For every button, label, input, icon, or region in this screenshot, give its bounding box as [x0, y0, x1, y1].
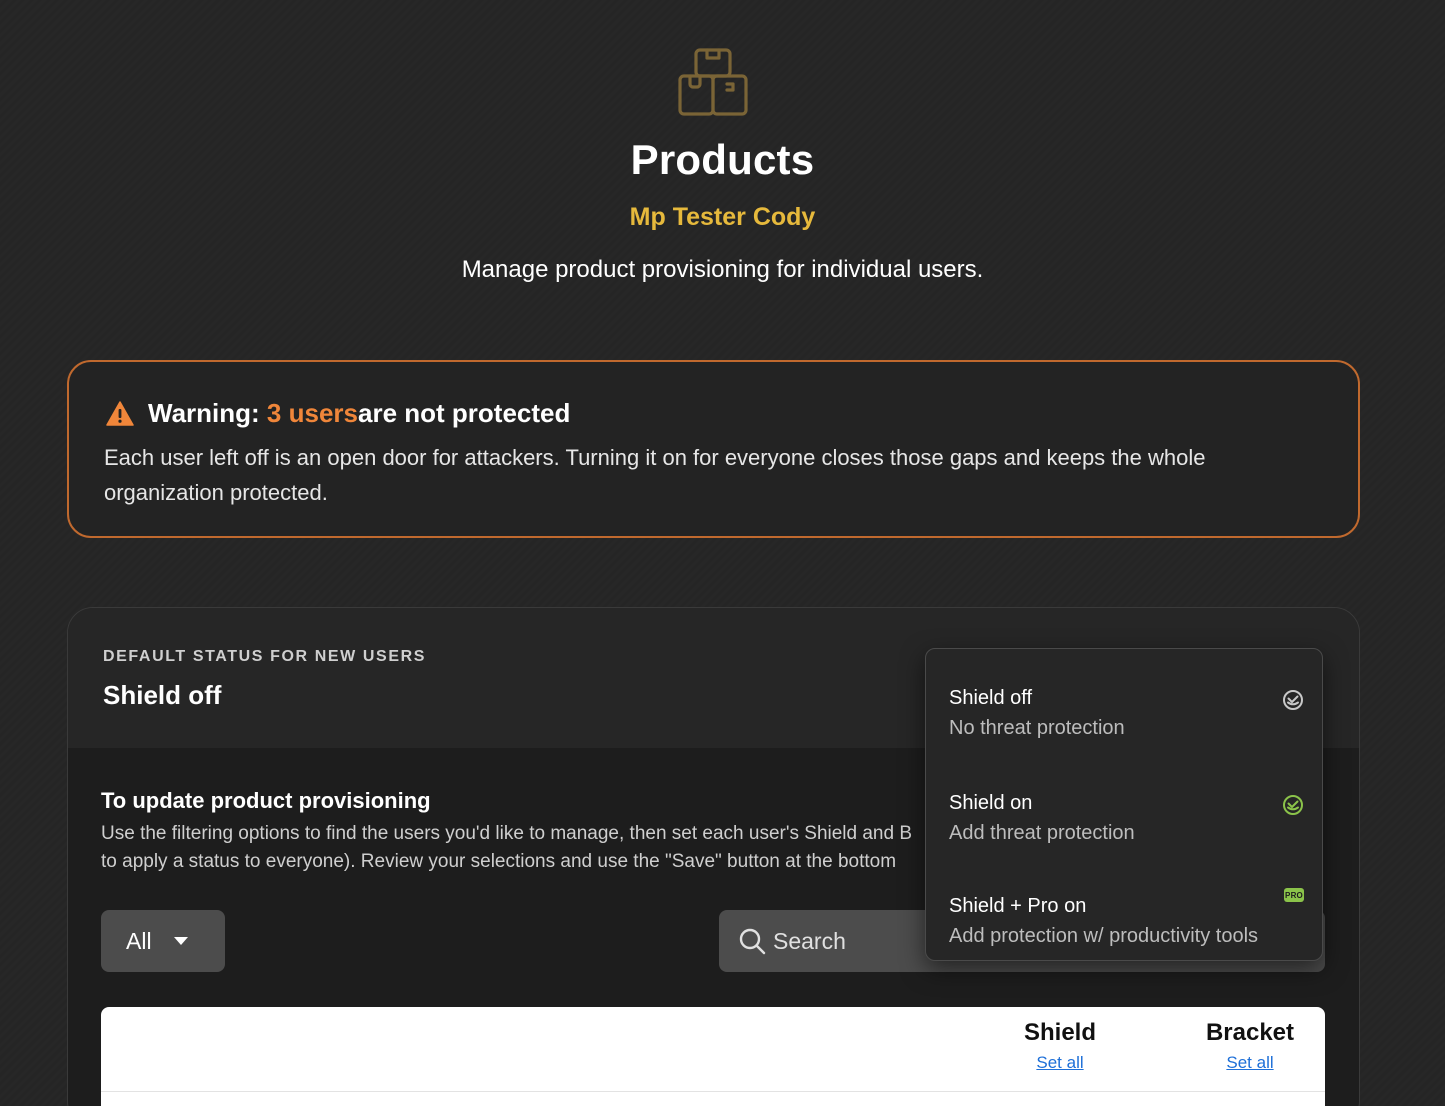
warning-title: Warning: 3 users are not protected	[106, 398, 570, 429]
option-title: Shield off	[949, 687, 1033, 709]
column-header-shield: Shield Set all	[1001, 1019, 1119, 1073]
warning-prefix: Warning:	[148, 398, 260, 428]
option-shield-pro-on[interactable]: Shield + Pro on Add protection w/ produc…	[926, 869, 1322, 969]
option-description: No threat protection	[949, 717, 1125, 739]
organization-name: Mp Tester Cody	[629, 203, 816, 231]
products-page: Products Mp Tester Cody Manage product p…	[0, 0, 1445, 1106]
shield-on-check-icon	[1283, 795, 1303, 815]
warning-triangle-icon	[106, 400, 134, 426]
option-title: Shield + Pro on	[949, 895, 1087, 917]
bracket-set-all-link[interactable]: Set all	[1191, 1053, 1309, 1073]
warning-banner: Warning: 3 users are not protected Each …	[67, 360, 1360, 538]
option-shield-on[interactable]: Shield on Add threat protection	[926, 766, 1322, 866]
users-table: Shield Set all Bracket Set all	[101, 1007, 1325, 1106]
caret-down-icon	[173, 937, 188, 945]
option-description: Add protection w/ productivity tools	[949, 925, 1259, 947]
search-icon	[739, 928, 766, 955]
default-status-value: Shield off	[103, 680, 222, 710]
warning-suffix: are not protected	[358, 398, 571, 428]
update-title: To update product provisioning	[101, 788, 431, 813]
boxes-icon	[678, 48, 748, 116]
pro-badge-icon: PRO	[1284, 888, 1304, 902]
column-header-bracket: Bracket Set all	[1191, 1019, 1309, 1073]
table-header-divider	[101, 1091, 1325, 1092]
default-status-label: DEFAULT STATUS FOR NEW USERS	[103, 648, 427, 665]
page-subtitle: Manage product provisioning for individu…	[461, 256, 984, 283]
user-filter-select[interactable]: All	[101, 910, 225, 972]
default-status-dropdown: Shield off No threat protection Shield o…	[925, 648, 1323, 961]
option-title: Shield on	[949, 792, 1033, 814]
option-description: Add threat protection	[949, 822, 1135, 844]
unprotected-users-count: 3 users	[266, 398, 358, 428]
warning-body: Each user left off is an open door for a…	[104, 445, 1206, 505]
user-filter-value: All	[126, 927, 152, 954]
column-label-bracket: Bracket	[1205, 1019, 1295, 1046]
shield-off-check-icon	[1283, 690, 1303, 710]
shield-set-all-link[interactable]: Set all	[1001, 1053, 1119, 1073]
page-title: Products	[630, 136, 815, 183]
option-shield-off[interactable]: Shield off No threat protection	[926, 661, 1322, 761]
column-label-shield: Shield	[1023, 1019, 1096, 1046]
